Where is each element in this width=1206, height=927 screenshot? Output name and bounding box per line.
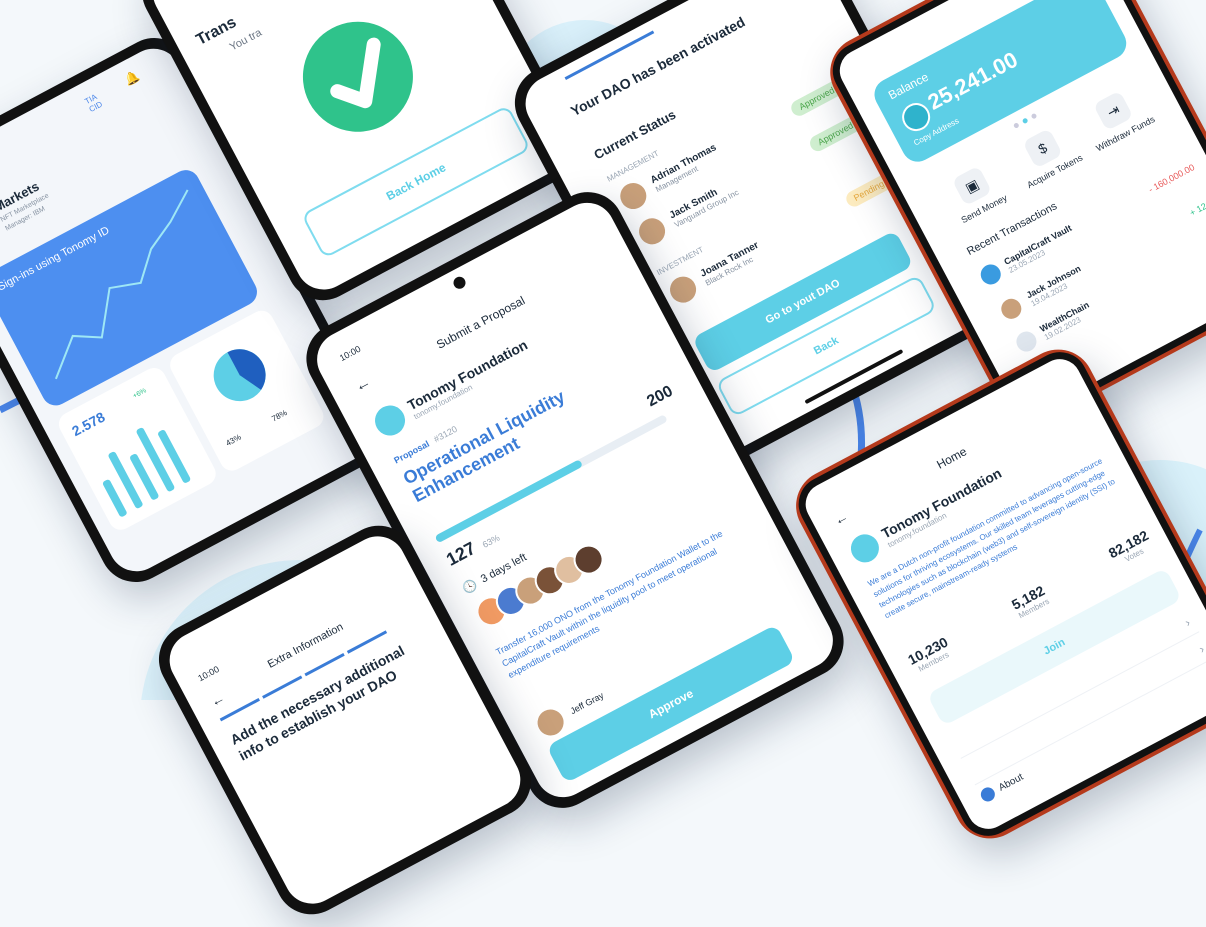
status-time: 10:00 [196,663,221,684]
chevron-right-icon: › [1182,615,1193,630]
balance-value: 25,241.00 [923,46,1022,115]
stat: 10,230 Members [905,634,955,676]
check-icon [283,2,433,152]
org-logo [846,529,884,568]
dot [1012,122,1020,129]
current-value: 127 [442,537,479,570]
target-value: 200 [644,382,676,411]
metric-bars [88,418,192,518]
pie-chart [213,349,266,402]
clock-icon: 🕓 [459,576,480,597]
info-icon [978,784,998,804]
avatar [995,292,1028,326]
author-name: Jeff Gray [568,690,606,717]
stat: 5,182 Members [1009,582,1052,621]
action-withdraw[interactable]: ⇥ Withdraw Funds [1075,81,1158,154]
camera [451,274,468,291]
action-send[interactable]: ▣ Send Money [934,156,1017,229]
withdraw-icon: ⇥ [1092,90,1134,132]
transaction-amount: - 160,000.00 [1146,162,1197,195]
balance-label: Balance [885,69,931,103]
pager-dots [1012,112,1038,129]
current-status: Current Status [591,106,679,163]
metric-value: 2.578 [69,408,108,440]
vault-icon [977,260,1005,288]
bell-icon[interactable]: 🔔 [122,68,142,87]
metric-sub: +6% [131,387,148,401]
dot [1021,117,1029,125]
chevron-right-icon: › [1196,641,1206,657]
transaction-amount: + 12,1 [1187,197,1206,219]
nav-label: TIA CID [83,92,104,115]
action-acquire[interactable]: $ Acquire Tokens [1005,119,1088,192]
legend-b: 78% [270,408,289,424]
wallet-icon: ▣ [951,165,993,207]
legend-a: 43% [224,432,243,448]
bar [135,426,176,493]
stat: 82,182 Votes [1106,527,1156,569]
wealthchain-icon [1012,328,1040,356]
status-time: 10:00 [337,343,363,364]
dot [1030,112,1038,120]
percent-value: 63% [480,532,502,550]
coin-icon: $ [1022,128,1063,169]
org-logo [369,400,411,441]
